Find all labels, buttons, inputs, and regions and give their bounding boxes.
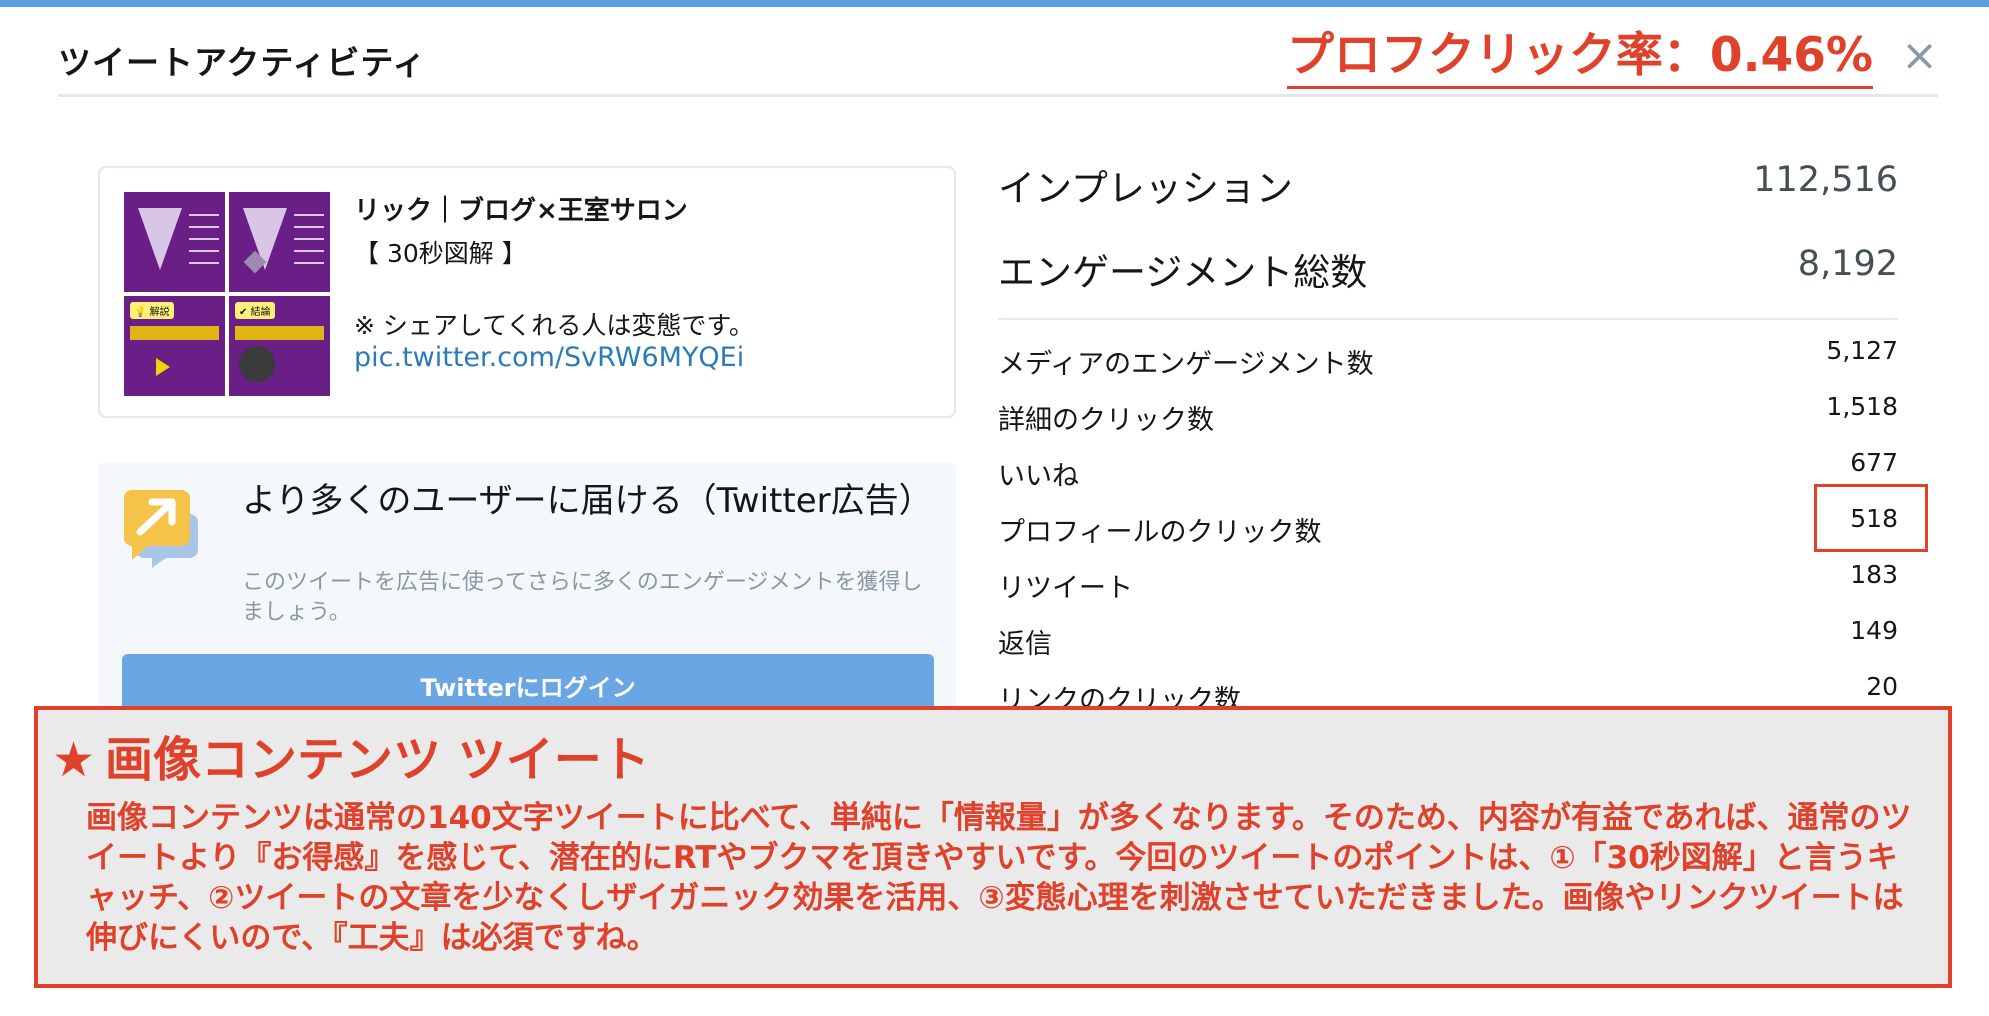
promote-arrow-icon	[124, 490, 198, 568]
promote-title: より多くのユーザーに届ける（Twitter広告）	[242, 481, 933, 521]
highlight-strip	[130, 326, 219, 340]
promote-panel: より多くのユーザーに届ける（Twitter広告） このツイートを広告に使ってさら…	[98, 462, 956, 722]
highlight-strip	[235, 326, 324, 340]
metric-label: いいね	[998, 461, 1079, 492]
metric-row-media-engagements: メディアのエンゲージメント数 5,127	[998, 328, 1898, 384]
text-lines-graphic	[189, 214, 219, 270]
metric-row-replies: 返信 149	[998, 608, 1898, 664]
twitter-login-button[interactable]: Twitterにログイン	[122, 654, 934, 714]
metric-label: 詳細のクリック数	[998, 405, 1214, 436]
promote-description: このツイートを広告に使ってさらに多くのエンゲージメントを獲得しましょう。	[242, 570, 923, 625]
lightbulb-icon: 💡 解説	[130, 302, 174, 319]
metric-value: 677	[1850, 448, 1898, 477]
note-body: 画像コンテンツは通常の140文字ツイートに比べて、単純に「情報量」が多くなります…	[86, 800, 1912, 956]
metric-value: 20	[1866, 672, 1898, 701]
annotation-note: ★ 画像コンテンツ ツイート 画像コンテンツは通常の140文字ツイートに比べて、単…	[34, 706, 1952, 988]
metric-label: プロフィールのクリック数	[998, 517, 1322, 548]
metric-label: リツイート	[998, 573, 1133, 604]
tweet-image-1[interactable]	[124, 192, 225, 292]
top-accent-bar	[0, 0, 1989, 7]
impressions-value: 112,516	[1753, 160, 1898, 200]
profile-click-rate-annotation: プロフクリック率：0.46%	[1286, 28, 1873, 89]
close-icon[interactable]: ×	[1901, 32, 1938, 80]
metric-label: 返信	[998, 629, 1052, 660]
metric-value: 149	[1850, 616, 1898, 645]
text-lines-graphic	[294, 214, 324, 270]
note-title: ★ 画像コンテンツ ツイート	[52, 720, 650, 790]
metric-row-profile-clicks: プロフィールのクリック数 518	[998, 484, 1928, 552]
tweet-text-line: ※ シェアしてくれる人は変態です。	[354, 311, 754, 340]
tweet-text-line: 【 30秒図解 】	[354, 239, 527, 268]
divider	[998, 318, 1898, 320]
engagements-value: 8,192	[1797, 244, 1898, 284]
impressions-label: インプレッション	[998, 167, 1293, 210]
tweet-media-link[interactable]: pic.twitter.com/SvRW6MYQEi	[354, 342, 744, 373]
engagements-row: エンゲージメント総数 8,192	[998, 234, 1898, 318]
check-icon: ✔ 結論	[235, 302, 275, 319]
impressions-row: インプレッション 112,516	[998, 150, 1898, 234]
metric-value: 1,518	[1826, 392, 1898, 421]
metric-row-detail-clicks: 詳細のクリック数 1,518	[998, 384, 1898, 440]
arrow-right-icon	[156, 358, 170, 376]
metric-value: 5,127	[1826, 336, 1898, 365]
engagements-label: エンゲージメント総数	[998, 251, 1368, 294]
tweet-image-2[interactable]	[229, 192, 330, 292]
funnel-graphic	[138, 208, 182, 270]
modal-header: ツイートアクティビティ プロフクリック率：0.46% ×	[58, 28, 1938, 97]
metric-row-retweets: リツイート 183	[998, 552, 1898, 608]
avatar	[239, 346, 275, 382]
tweet-image-grid[interactable]: 💡 解説 ✔ 結論	[124, 192, 330, 396]
highlight-annotation-box	[1814, 484, 1928, 552]
tweet-image-4[interactable]: ✔ 結論	[229, 296, 330, 396]
metric-value: 183	[1850, 560, 1898, 589]
metric-label: メディアのエンゲージメント数	[998, 349, 1374, 380]
note-title-text: 画像コンテンツ ツイート	[105, 732, 650, 788]
tweet-image-3[interactable]: 💡 解説	[124, 296, 225, 396]
metrics-panel: インプレッション 112,516 エンゲージメント総数 8,192 メディアのエ…	[998, 150, 1928, 720]
star-icon: ★	[52, 732, 96, 788]
metric-row-likes: いいね 677	[998, 440, 1898, 496]
tweet-card[interactable]: 💡 解説 ✔ 結論 リック｜ブログ×王室サロン 【 30秒図解 】 ※ シェアし…	[98, 166, 956, 418]
modal-title: ツイートアクティビティ	[58, 43, 427, 82]
tweet-author-name[interactable]: リック｜ブログ×王室サロン	[354, 190, 688, 227]
